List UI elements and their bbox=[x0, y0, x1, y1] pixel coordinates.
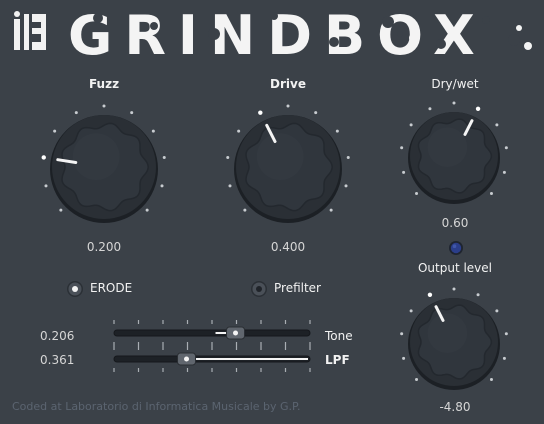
tone-label: Tone bbox=[325, 329, 353, 343]
knob-tick bbox=[344, 184, 348, 188]
knob-tick bbox=[53, 129, 57, 133]
knob-tick bbox=[452, 287, 456, 291]
drywet-knob[interactable] bbox=[394, 100, 514, 212]
knob-tick bbox=[402, 170, 406, 174]
drywet-value: 0.60 bbox=[441, 216, 469, 230]
app-title: GRINDBOX bbox=[66, 4, 536, 58]
erode-label: ERODE bbox=[90, 281, 133, 295]
knob-tick bbox=[415, 191, 419, 195]
knob-tick bbox=[44, 184, 48, 188]
knob-tick bbox=[130, 111, 134, 115]
fuzz-value: 0.200 bbox=[86, 240, 122, 254]
logo-mark-icon bbox=[14, 11, 46, 50]
knob-tick bbox=[400, 146, 404, 150]
title-art: GRINDBOX bbox=[68, 4, 532, 58]
knob-tick bbox=[504, 146, 508, 150]
knob-tick bbox=[489, 377, 493, 381]
knob-tick bbox=[59, 208, 63, 212]
knob-tick bbox=[102, 104, 106, 108]
knob-tick bbox=[226, 155, 230, 159]
knob-tick bbox=[145, 208, 149, 212]
slider-fill bbox=[186, 358, 308, 360]
knob-tick bbox=[160, 184, 164, 188]
knob-marker bbox=[41, 155, 46, 160]
output-level-label: Output level bbox=[417, 261, 493, 275]
knob-tick bbox=[329, 208, 333, 212]
logo-mark bbox=[8, 8, 50, 52]
grindbox-plugin: GRINDBOX Fuzz Drive Dry/wet Output level… bbox=[0, 0, 544, 424]
knob-tick bbox=[74, 111, 78, 115]
tone-value: 0.206 bbox=[40, 329, 75, 343]
knob-marker bbox=[258, 110, 263, 115]
knob-tick bbox=[502, 170, 506, 174]
erode-toggle[interactable]: ERODE bbox=[66, 279, 156, 299]
knob-tick bbox=[495, 123, 499, 127]
knob-tick bbox=[151, 129, 155, 133]
knob-tick bbox=[428, 107, 432, 111]
drywet-label: Dry/wet bbox=[431, 77, 479, 91]
knob-tick bbox=[243, 208, 247, 212]
knob-tick bbox=[162, 155, 166, 159]
fuzz-knob[interactable] bbox=[36, 103, 172, 231]
knob-tick bbox=[314, 111, 318, 115]
radio-off-icon bbox=[251, 281, 267, 297]
knob-tick bbox=[452, 101, 456, 105]
status-led bbox=[448, 240, 464, 256]
lpf-slider[interactable] bbox=[110, 344, 314, 374]
knob-tick bbox=[495, 309, 499, 313]
drive-label: Drive bbox=[270, 77, 306, 91]
drive-value: 0.400 bbox=[270, 240, 306, 254]
knob-tick bbox=[228, 184, 232, 188]
lpf-label: LPF bbox=[325, 353, 350, 367]
knob-marker bbox=[475, 106, 481, 111]
knob-tick bbox=[346, 155, 350, 159]
knob-tick bbox=[415, 377, 419, 381]
knob-tick bbox=[504, 332, 508, 336]
knob-tick bbox=[409, 309, 413, 313]
knob-tick bbox=[237, 129, 241, 133]
title-text: GRINDBOX bbox=[68, 4, 487, 58]
prefilter-toggle[interactable]: Prefilter bbox=[250, 279, 350, 299]
radio-on-icon bbox=[67, 281, 83, 297]
fuzz-label: Fuzz bbox=[88, 77, 120, 91]
knob-tick bbox=[286, 104, 290, 108]
knob-tick bbox=[400, 332, 404, 336]
prefilter-label: Prefilter bbox=[274, 281, 321, 295]
knob-tick bbox=[402, 356, 406, 360]
lpf-value: 0.361 bbox=[40, 353, 75, 367]
knob-tick bbox=[335, 129, 339, 133]
knob-marker bbox=[427, 292, 433, 297]
output-level-knob[interactable] bbox=[394, 286, 514, 398]
knob-tick bbox=[476, 293, 480, 297]
drive-knob[interactable] bbox=[220, 103, 356, 231]
knob-tick bbox=[409, 123, 413, 127]
knob-tick bbox=[489, 191, 493, 195]
output-level-value: -4.80 bbox=[439, 400, 471, 414]
footer-credit: Coded at Laboratorio di Informatica Musi… bbox=[12, 400, 301, 413]
knob-tick bbox=[502, 356, 506, 360]
